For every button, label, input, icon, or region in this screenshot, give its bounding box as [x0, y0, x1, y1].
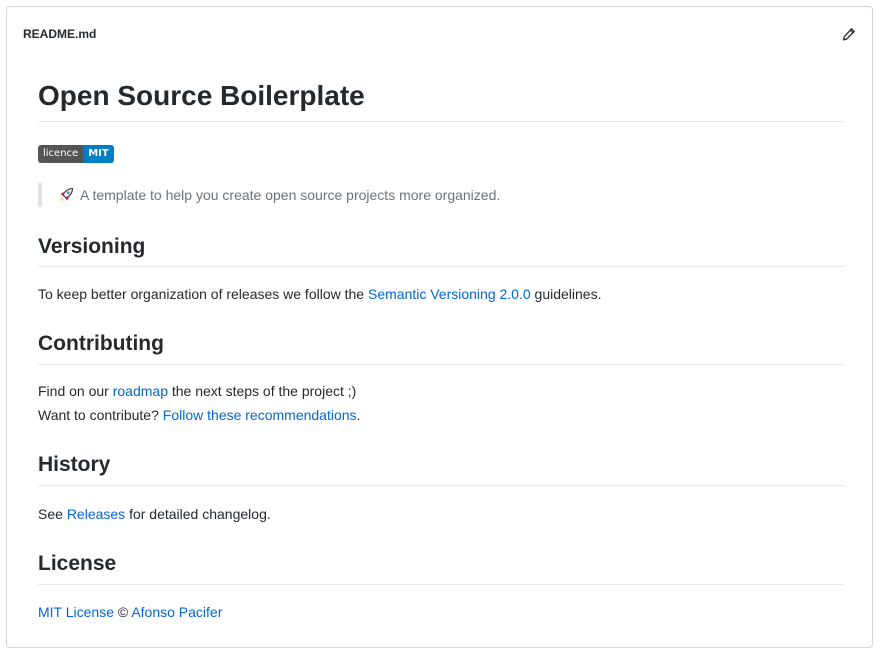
license-divider [38, 584, 844, 585]
history-text-before: See [38, 506, 67, 522]
versioning-text: To keep better organization of releases … [38, 282, 601, 306]
contributing-line1-before: Find on our [38, 383, 113, 399]
contributing-line1-after: the next steps of the project ;) [167, 383, 357, 399]
page-title: Open Source Boilerplate [38, 80, 365, 111]
author-link[interactable]: Afonso Pacifer [131, 604, 222, 620]
contributing-heading: Contributing [38, 332, 164, 355]
license-badge[interactable]: licence MIT [38, 145, 114, 163]
recommendations-link[interactable]: Follow these recommendations [163, 407, 357, 423]
releases-link[interactable]: Releases [67, 506, 125, 522]
history-text: See Releases for detailed changelog. [38, 502, 271, 526]
contributing-line-2: Want to contribute? Follow these recomme… [38, 403, 360, 427]
contributing-line2-before: Want to contribute? [38, 407, 163, 423]
roadmap-link[interactable]: roadmap [113, 383, 168, 399]
contributing-divider [38, 364, 844, 365]
pencil-icon[interactable] [840, 25, 858, 43]
semver-link[interactable]: Semantic Versioning 2.0.0 [368, 286, 531, 302]
history-heading: History [38, 453, 111, 476]
history-divider [38, 485, 844, 486]
versioning-divider [38, 266, 844, 267]
copyright-symbol: © [114, 604, 132, 620]
readme-filename: README.md [23, 27, 97, 41]
tagline-text: A template to help you create open sourc… [80, 187, 501, 203]
license-heading: License [38, 552, 117, 575]
rocket-icon [57, 186, 75, 204]
readme-header: README.md [7, 7, 872, 59]
history-text-after: for detailed changelog. [125, 506, 271, 522]
badge-value: MIT [83, 145, 114, 163]
versioning-text-before: To keep better organization of releases … [38, 286, 368, 302]
mit-license-link[interactable]: MIT License [38, 604, 114, 620]
tagline-blockquote: A template to help you create open sourc… [38, 183, 500, 207]
readme-panel: README.md Open Source Boilerplate licenc… [6, 6, 873, 648]
contributing-line2-after: . [356, 407, 361, 423]
title-divider [38, 121, 844, 122]
badge-label: licence [38, 145, 84, 163]
versioning-heading: Versioning [38, 235, 146, 258]
contributing-line-1: Find on our roadmap the next steps of th… [38, 379, 356, 403]
versioning-text-after: guidelines. [530, 286, 602, 302]
license-text: MIT License © Afonso Pacifer [38, 600, 222, 624]
